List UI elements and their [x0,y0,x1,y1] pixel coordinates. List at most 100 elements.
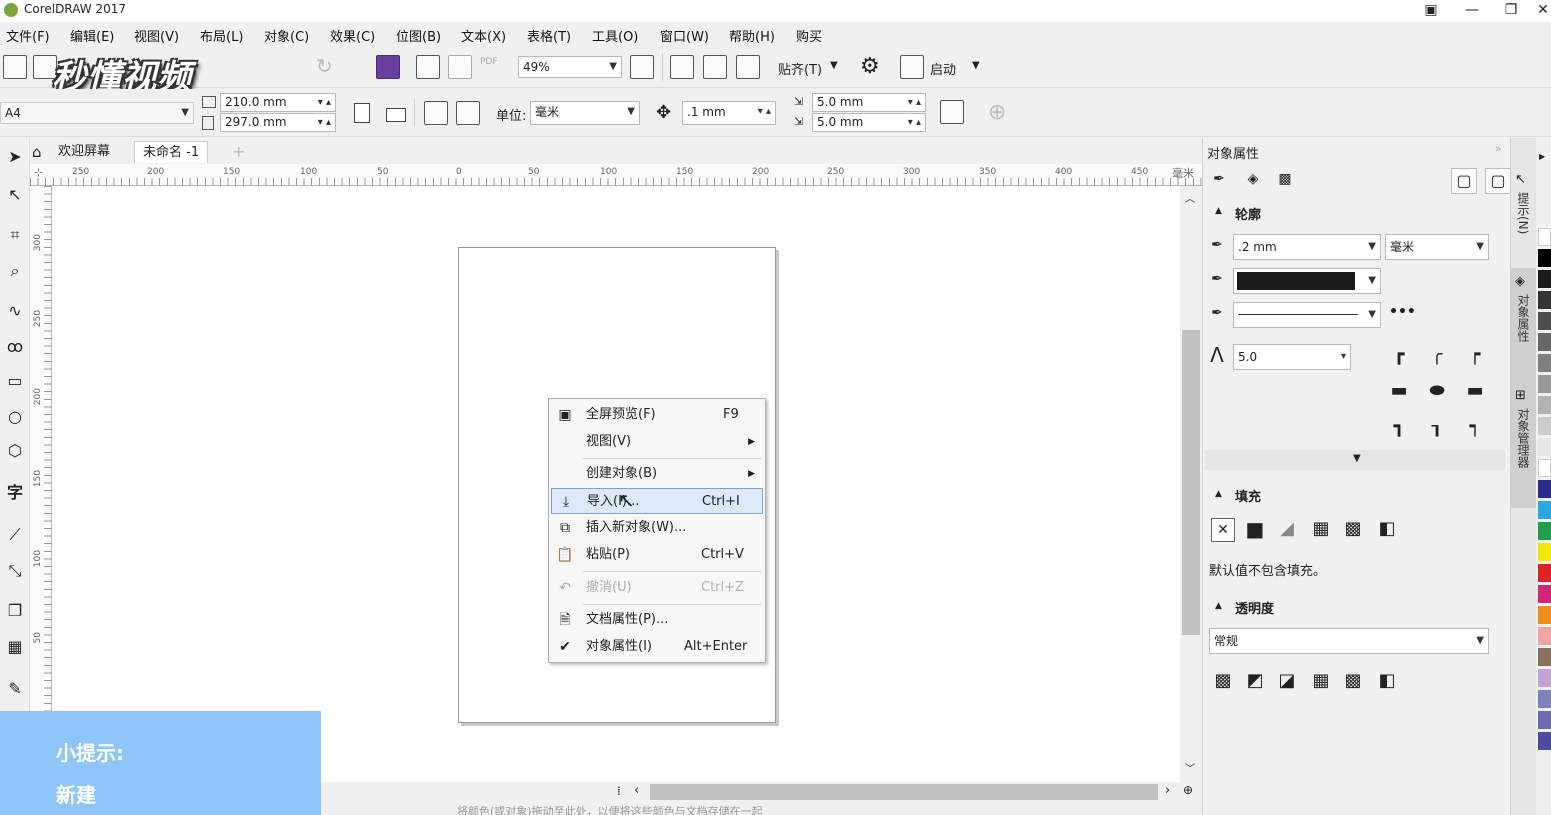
menu-table[interactable]: 表格(T) [527,26,571,45]
import-toolbar-icon[interactable] [416,55,440,79]
menu-effects[interactable]: 效果(C) [330,26,375,45]
user-icon[interactable]: ▣ [1414,0,1448,22]
text-tool-icon[interactable]: 字 [4,482,26,504]
palette-swatch[interactable] [1538,543,1551,561]
transparency-tool-icon[interactable]: ▦ [4,636,26,658]
treat-as-filled-icon[interactable] [940,100,964,124]
maximize-button[interactable]: ❐ [1494,0,1528,22]
palette-swatch[interactable] [1538,501,1551,519]
palette-swatch[interactable] [1538,354,1551,372]
two-color-transparency-icon[interactable]: ◧ [1375,670,1399,694]
outside-position-icon[interactable]: ┓ [1387,416,1411,440]
menu-help[interactable]: 帮助(H) [729,26,775,45]
duplicate-y-field[interactable]: 5.0 mm ▾ ▴ [812,113,926,132]
palette-swatch[interactable] [1538,312,1551,330]
bitmap-pattern-fill-icon[interactable]: ▩ [1341,518,1365,542]
uniform-fill-icon[interactable]: ■ [1243,518,1267,542]
palette-swatch[interactable] [1538,333,1551,351]
two-color-pattern-fill-icon[interactable]: ◧ [1375,518,1399,542]
zoom-navigator-icon[interactable]: ⊕ [1183,783,1193,797]
fountain-fill-icon[interactable]: ◢ [1275,518,1299,542]
outline-color-picker[interactable]: ▼ [1233,268,1381,294]
palette-swatch[interactable] [1538,669,1551,687]
page-width-field[interactable]: 210.0 mm ▾ ▴ [220,93,336,112]
export-toolbar-icon[interactable] [448,55,472,79]
spinner-icon[interactable]: ▾ ▴ [758,102,771,122]
page-height-field[interactable]: 297.0 mm ▾ ▴ [220,113,336,132]
palette-swatch[interactable] [1538,522,1551,540]
palette-swatch[interactable] [1538,711,1551,729]
square-cap-icon[interactable]: ▬ [1463,380,1487,404]
bevel-corner-icon[interactable]: ┍ [1463,344,1487,368]
palette-swatch[interactable] [1538,690,1551,708]
round-cap-icon[interactable]: ⬬ [1425,380,1449,404]
portrait-icon[interactable] [354,103,370,123]
palette-swatch[interactable] [1538,291,1551,309]
palette-swatch[interactable] [1538,480,1551,498]
collapse-transparency-icon[interactable]: ▲ [1215,601,1222,611]
palette-swatch[interactable] [1538,375,1551,393]
menu-file[interactable]: 文件(F) [6,26,50,45]
snap-to-label[interactable]: 贴齐(T) [778,59,822,78]
menu-text[interactable]: 文本(X) [461,26,506,45]
launch-app-icon[interactable] [900,55,924,79]
ctx-import[interactable]: ⤓ 导入(I)... Ctrl+I [551,488,763,514]
menu-edit[interactable]: 编辑(E) [70,26,114,45]
transparency-checker-icon[interactable]: ▩ [1273,168,1297,192]
no-transparency-icon[interactable]: ▩ [1211,670,1235,694]
close-button[interactable]: ✕ [1526,0,1551,22]
palette-swatch[interactable] [1538,459,1551,477]
palette-swatch[interactable] [1538,585,1551,603]
menu-bitmap[interactable]: 位图(B) [396,26,441,45]
nudge-distance-field[interactable]: .1 mm ▾ ▴ [682,101,776,125]
menu-object[interactable]: 对象(C) [264,26,309,45]
center-position-icon[interactable]: ┒ [1425,416,1449,440]
pick-tool-icon[interactable]: ➤ [4,146,26,168]
horizontal-ruler[interactable]: ⊹ 250 200 150 100 50 0 50 100 150 200 25… [30,164,1202,186]
round-corner-icon[interactable]: ╭ [1425,344,1449,368]
palette-swatch[interactable] [1538,228,1551,246]
zoom-to-page-icon[interactable] [630,55,654,79]
docker-expand-icon[interactable]: » [1495,142,1502,155]
menu-buy[interactable]: 购买 [796,26,822,45]
parallel-dimension-tool-icon[interactable]: ⟋ [4,524,26,546]
inside-position-icon[interactable]: ┑ [1463,416,1487,440]
scroll-down-icon[interactable]: ﹀ [1185,760,1195,775]
collapse-outline-icon[interactable]: ▲ [1215,206,1222,216]
horizontal-scroll-thumb[interactable] [650,784,1158,800]
zoom-tool-icon[interactable]: ⌕ [4,260,26,282]
snap-dropdown-icon[interactable]: ▼ [830,60,838,71]
outline-width-combo[interactable]: .2 mm ▼ [1233,234,1381,260]
expand-more-icon[interactable]: ▼ [1353,453,1361,464]
eyedropper-tool-icon[interactable]: ✎ [4,678,26,700]
spinner-icon[interactable]: ▾ ▴ [908,114,921,131]
vertical-ruler[interactable]: 300 250 200 150 100 50 [30,186,52,782]
palette-swatch[interactable] [1538,606,1551,624]
zoom-level-combo[interactable]: 49% ▼ [518,56,622,78]
ctx-insert-new-object[interactable]: ⧉ 插入新对象(W)... [551,515,763,541]
line-style-combo[interactable]: ▼ [1233,302,1381,328]
ellipse-tool-icon[interactable]: ○ [4,406,26,428]
vector-pattern-fill-icon[interactable]: ▦ [1309,518,1333,542]
uniform-transparency-icon[interactable]: ◩ [1243,670,1267,694]
show-rulers-icon[interactable] [670,55,694,79]
transparency-mode-combo[interactable]: 常规 ▼ [1209,628,1489,654]
launch-label[interactable]: 启动 [930,59,956,78]
menu-tools[interactable]: 工具(O) [592,26,638,45]
all-pages-icon[interactable] [424,101,448,125]
outline-more-bar[interactable]: ▼ [1205,450,1505,470]
polygon-tool-icon[interactable]: ⬡ [4,440,26,462]
palette-swatch[interactable] [1538,732,1551,750]
tab-object-manager[interactable]: 对象管理器 [1515,408,1532,468]
page-frame-alt-icon[interactable]: ▢ [1485,168,1511,194]
home-icon[interactable]: ⌂ [32,143,42,161]
shape-tool-icon[interactable]: ↖ [4,184,26,206]
tab-hints[interactable]: 提示(N) [1515,192,1532,234]
outline-unit-combo[interactable]: 毫米 ▼ [1385,234,1489,260]
menu-window[interactable]: 窗口(W) [660,26,709,45]
rectangle-tool-icon[interactable]: ▭ [4,370,26,392]
palette-scroll-up-icon[interactable]: ▶ [1539,152,1545,161]
ctx-view[interactable]: 视图(V) ▶ [551,429,763,455]
palette-swatch[interactable] [1538,417,1551,435]
launch-dropdown-icon[interactable]: ▼ [972,60,980,71]
